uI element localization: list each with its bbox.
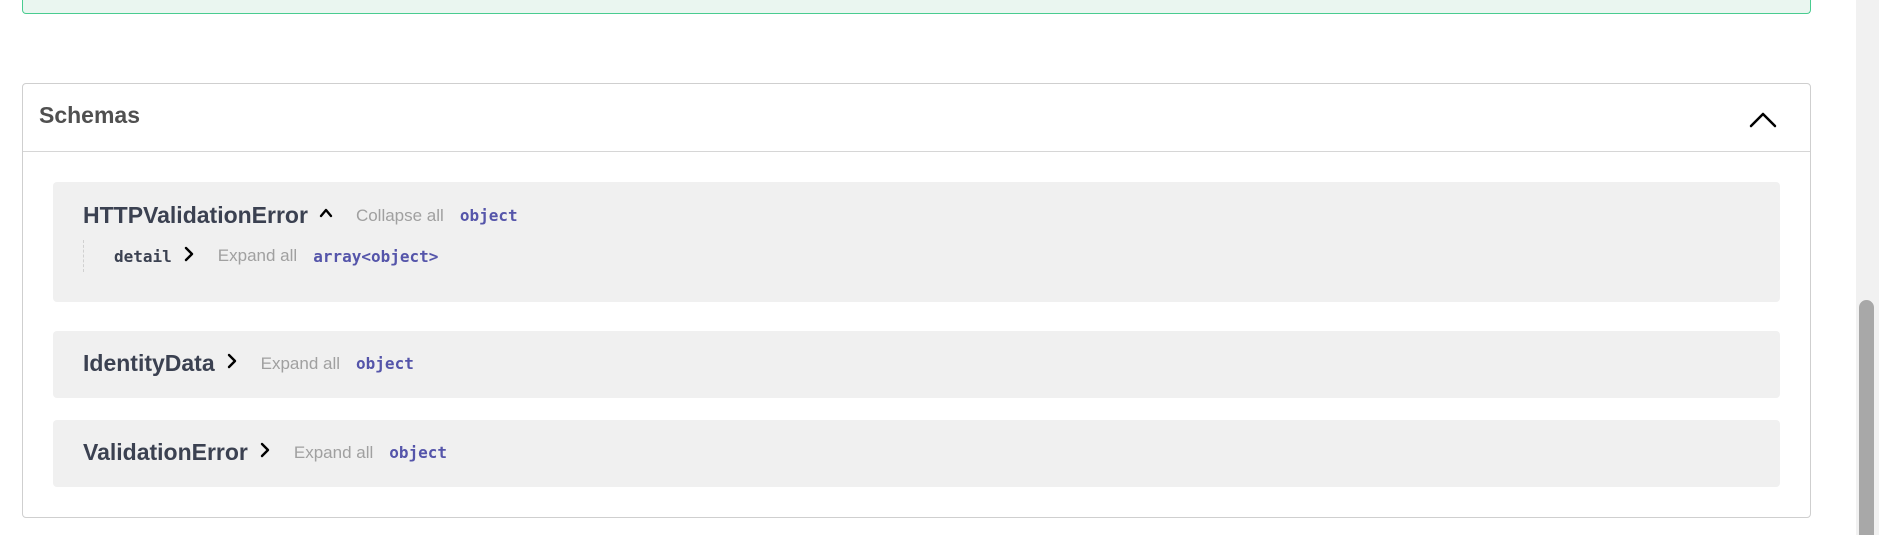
type-label: object bbox=[389, 443, 448, 462]
chevron-up-icon bbox=[1749, 112, 1777, 128]
collapse-all-link[interactable]: Collapse all bbox=[356, 206, 444, 226]
model-validationerror[interactable]: ValidationError Expand all object bbox=[53, 420, 1780, 487]
type-label: array<object> bbox=[313, 246, 439, 266]
expand-all-link[interactable]: Expand all bbox=[261, 354, 340, 374]
chevron-right-icon[interactable] bbox=[225, 352, 239, 375]
chevron-right-icon[interactable] bbox=[258, 441, 272, 464]
model-httpvalidationerror: HTTPValidationError Collapse all object … bbox=[53, 182, 1780, 302]
chevron-right-icon[interactable] bbox=[182, 246, 196, 267]
schemas-title: Schemas bbox=[39, 102, 141, 128]
chevron-up-icon[interactable] bbox=[318, 205, 334, 226]
schemas-header[interactable]: Schemas bbox=[23, 84, 1810, 152]
property-row-detail: detail Expand all array<object> bbox=[83, 240, 438, 272]
page: Schemas HTTPValidationError Collapse all… bbox=[0, 0, 1879, 535]
type-label: object bbox=[459, 206, 518, 225]
model-name[interactable]: IdentityData bbox=[83, 350, 215, 377]
schemas-section: Schemas HTTPValidationError Collapse all… bbox=[22, 83, 1811, 518]
expand-all-link[interactable]: Expand all bbox=[294, 443, 373, 463]
operation-panel-bottom bbox=[22, 0, 1811, 14]
model-identitydata[interactable]: IdentityData Expand all object bbox=[53, 331, 1780, 398]
expand-all-link[interactable]: Expand all bbox=[218, 246, 297, 266]
scrollbar-thumb[interactable] bbox=[1859, 300, 1874, 535]
schemas-collapse-button[interactable] bbox=[1746, 104, 1780, 134]
model-name[interactable]: HTTPValidationError bbox=[83, 202, 308, 229]
model-name[interactable]: ValidationError bbox=[83, 439, 248, 466]
type-label: object bbox=[356, 354, 414, 373]
property-name[interactable]: detail bbox=[114, 247, 172, 266]
